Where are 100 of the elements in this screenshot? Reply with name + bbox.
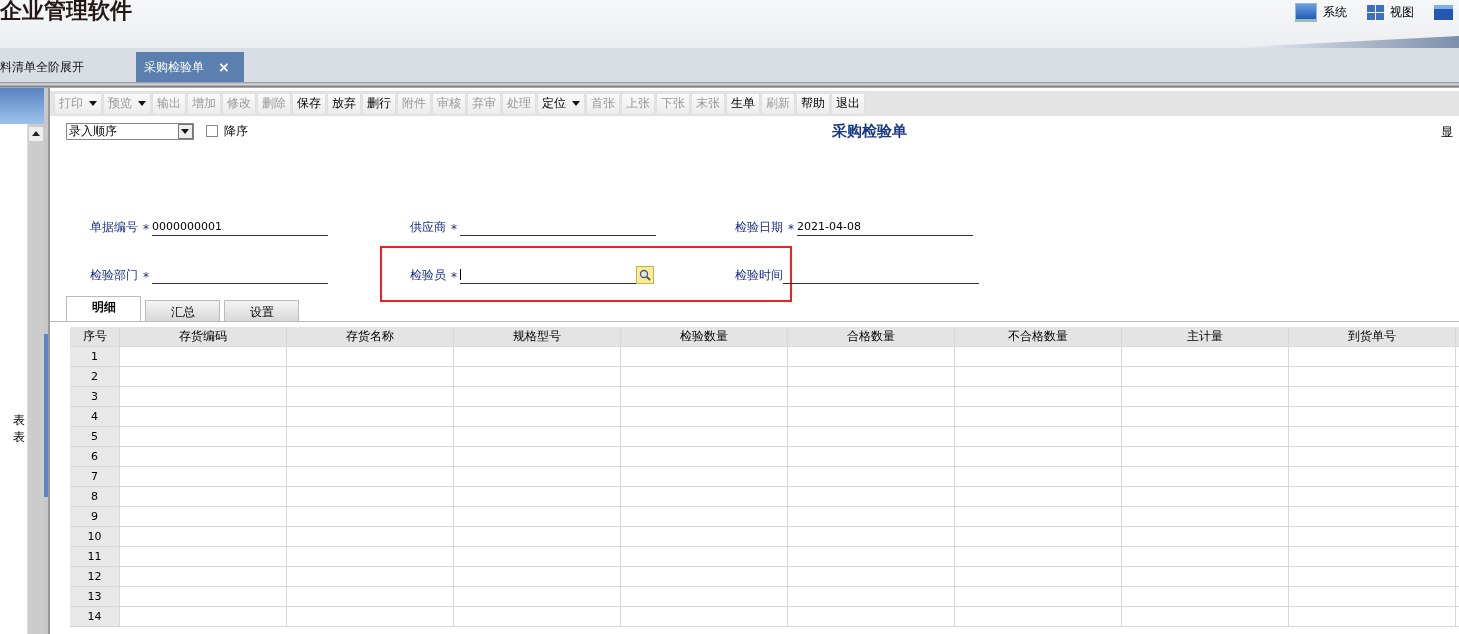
table-cell[interactable]: [621, 447, 788, 467]
table-cell[interactable]: [287, 547, 454, 567]
table-cell[interactable]: [454, 567, 621, 587]
scroll-up-icon[interactable]: [28, 126, 44, 142]
table-cell[interactable]: [1289, 607, 1456, 627]
detail-tab[interactable]: 设置: [224, 300, 299, 321]
table-cell[interactable]: [287, 587, 454, 607]
table-cell[interactable]: [120, 347, 287, 367]
table-cell[interactable]: [454, 387, 621, 407]
window-icon[interactable]: [1434, 5, 1453, 20]
table-cell[interactable]: [1289, 467, 1456, 487]
table-cell[interactable]: [454, 367, 621, 387]
table-cell[interactable]: [1289, 347, 1456, 367]
table-cell[interactable]: [287, 427, 454, 447]
table-cell[interactable]: [1289, 567, 1456, 587]
table-cell[interactable]: [955, 547, 1122, 567]
caret-icon[interactable]: [572, 101, 580, 106]
document-tab[interactable]: 料清单全阶展开: [0, 52, 96, 82]
table-cell[interactable]: [1122, 427, 1289, 447]
table-cell[interactable]: [1289, 387, 1456, 407]
table-cell[interactable]: [788, 347, 955, 367]
table-cell[interactable]: [621, 527, 788, 547]
table-cell[interactable]: [1289, 547, 1456, 567]
toolbar-button[interactable]: 定位: [537, 92, 585, 115]
table-cell[interactable]: [287, 607, 454, 627]
input-field[interactable]: [460, 269, 636, 284]
toolbar-button[interactable]: 删行: [362, 92, 396, 115]
table-cell[interactable]: [1122, 447, 1289, 467]
detail-tab[interactable]: 汇总: [145, 300, 220, 321]
table-cell[interactable]: [955, 347, 1122, 367]
table-cell[interactable]: [454, 607, 621, 627]
table-cell[interactable]: [955, 387, 1122, 407]
table-cell[interactable]: [287, 347, 454, 367]
grid-icon[interactable]: [1367, 5, 1384, 20]
table-cell[interactable]: [454, 547, 621, 567]
table-cell[interactable]: [955, 447, 1122, 467]
table-cell[interactable]: [955, 527, 1122, 547]
table-cell[interactable]: [1122, 587, 1289, 607]
table-cell[interactable]: [454, 407, 621, 427]
table-cell[interactable]: [1289, 427, 1456, 447]
table-cell[interactable]: [621, 567, 788, 587]
table-cell[interactable]: [1122, 347, 1289, 367]
toolbar-button[interactable]: 保存: [292, 92, 326, 115]
table-cell[interactable]: [621, 427, 788, 447]
table-cell[interactable]: [1122, 387, 1289, 407]
table-cell[interactable]: [621, 367, 788, 387]
table-cell[interactable]: [287, 407, 454, 427]
toolbar-button[interactable]: 生单: [726, 92, 760, 115]
table-cell[interactable]: [454, 347, 621, 367]
menu-item[interactable]: 视图: [1390, 4, 1414, 21]
table-cell[interactable]: [287, 447, 454, 467]
table-cell[interactable]: [955, 607, 1122, 627]
table-cell[interactable]: [788, 487, 955, 507]
table-cell[interactable]: [621, 487, 788, 507]
table-cell[interactable]: [287, 387, 454, 407]
table-cell[interactable]: [120, 367, 287, 387]
table-cell[interactable]: [1289, 407, 1456, 427]
table-cell[interactable]: [1122, 367, 1289, 387]
table-cell[interactable]: [120, 607, 287, 627]
table-cell[interactable]: [1289, 367, 1456, 387]
sidebar-item[interactable]: 表: [0, 412, 27, 429]
document-tab[interactable]: 采购检验单 ×: [136, 52, 244, 82]
table-cell[interactable]: [621, 407, 788, 427]
table-cell[interactable]: [120, 507, 287, 527]
table-cell[interactable]: [120, 467, 287, 487]
table-cell[interactable]: [120, 587, 287, 607]
input-field[interactable]: 2021-04-08: [797, 221, 973, 236]
table-cell[interactable]: [955, 407, 1122, 427]
table-cell[interactable]: [955, 567, 1122, 587]
table-cell[interactable]: [454, 587, 621, 607]
toolbar-button[interactable]: 退出: [831, 92, 865, 115]
table-cell[interactable]: [120, 427, 287, 447]
table-cell[interactable]: [287, 567, 454, 587]
table-cell[interactable]: [287, 527, 454, 547]
table-cell[interactable]: [955, 487, 1122, 507]
table-cell[interactable]: [287, 467, 454, 487]
table-cell[interactable]: [454, 467, 621, 487]
table-cell[interactable]: [788, 447, 955, 467]
table-cell[interactable]: [454, 487, 621, 507]
table-cell[interactable]: [120, 527, 287, 547]
table-cell[interactable]: [120, 567, 287, 587]
table-cell[interactable]: [788, 467, 955, 487]
table-cell[interactable]: [1289, 587, 1456, 607]
search-icon[interactable]: [636, 266, 654, 284]
table-cell[interactable]: [955, 427, 1122, 447]
close-icon[interactable]: ×: [218, 59, 230, 75]
table-cell[interactable]: [621, 547, 788, 567]
table-cell[interactable]: [788, 367, 955, 387]
input-field[interactable]: 0000000001: [152, 221, 328, 236]
monitor-icon[interactable]: [1295, 3, 1317, 22]
scrollbar[interactable]: [27, 124, 44, 634]
table-cell[interactable]: [454, 447, 621, 467]
table-cell[interactable]: [120, 407, 287, 427]
table-cell[interactable]: [1122, 567, 1289, 587]
table-cell[interactable]: [287, 507, 454, 527]
detail-tab[interactable]: 明细: [66, 296, 141, 321]
table-cell[interactable]: [788, 547, 955, 567]
menu-item[interactable]: 系统: [1323, 4, 1347, 21]
table-cell[interactable]: [621, 607, 788, 627]
table-cell[interactable]: [454, 507, 621, 527]
